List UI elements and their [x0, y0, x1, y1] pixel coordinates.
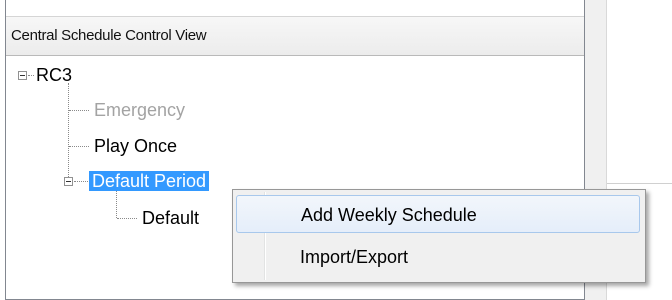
tree-node-label: Default: [142, 208, 200, 228]
context-menu: Add Weekly Schedule Import/Export: [232, 189, 646, 283]
tree-connector-line: [69, 146, 89, 147]
detail-pane-divider: [607, 183, 672, 184]
tree-node-default-period[interactable]: Default Period: [89, 167, 210, 195]
tree-connector-line: [28, 75, 34, 76]
tree-connector-line: [74, 181, 88, 182]
collapse-toggle-icon[interactable]: [18, 71, 27, 80]
collapse-toggle-icon[interactable]: [64, 177, 73, 186]
menu-item-import-export[interactable]: Import/Export: [236, 238, 640, 276]
tree-node-play-once[interactable]: Play Once: [94, 132, 177, 160]
panel-header: Central Schedule Control View: [6, 16, 584, 56]
tree-connector-line: [68, 83, 69, 181]
tree-node-default[interactable]: Default: [142, 204, 199, 232]
tree-connector-line: [116, 191, 117, 218]
tree-node-label: Emergency: [94, 100, 186, 120]
tree-node-emergency: Emergency: [94, 96, 185, 124]
tree-node-rc3[interactable]: RC3: [36, 61, 72, 89]
application-window: Central Schedule Control View RC3 Emerge…: [0, 0, 672, 300]
menu-item-add-weekly-schedule[interactable]: Add Weekly Schedule: [236, 195, 640, 233]
tree-node-label: Play Once: [94, 136, 178, 156]
tree-connector-line: [117, 218, 137, 219]
menu-item-label: Import/Export: [300, 247, 409, 267]
panel-top-strip: [6, 0, 584, 16]
menu-item-label: Add Weekly Schedule: [301, 205, 477, 225]
tree-node-label: RC3: [36, 65, 73, 85]
tree-connector-line: [69, 110, 89, 111]
tree-node-label: Default Period: [89, 171, 210, 191]
panel-title: Central Schedule Control View: [11, 27, 207, 44]
